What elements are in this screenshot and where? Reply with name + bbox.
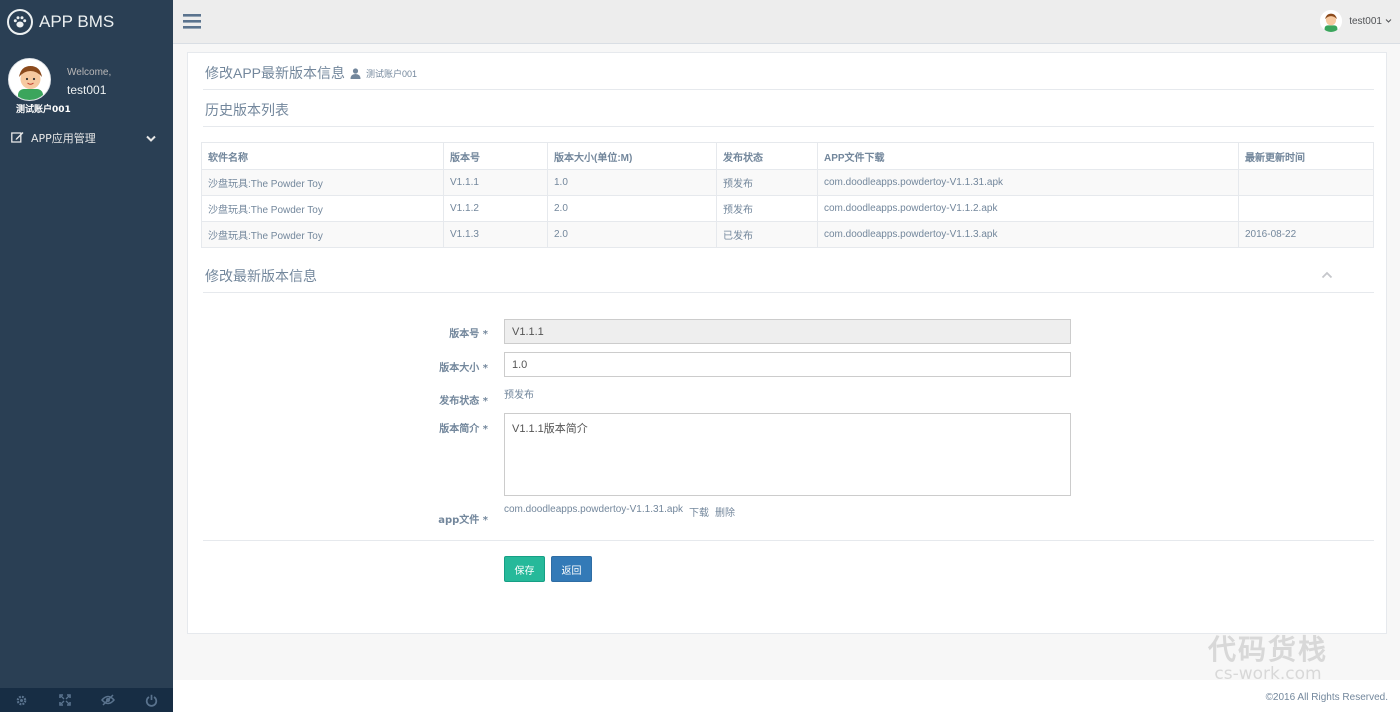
history-title: 历史版本列表 <box>205 102 289 118</box>
sidebar-footer <box>0 688 173 712</box>
divider <box>203 89 1374 90</box>
chevron-up-icon[interactable] <box>1321 268 1333 282</box>
content-panel: 修改APP最新版本信息 测试账户001 历史版本列表 软件名称 版本号 版本大小… <box>187 52 1387 634</box>
chevron-down-icon <box>1385 16 1392 27</box>
cell-status: 预发布 <box>716 169 818 196</box>
settings-icon[interactable] <box>0 688 43 712</box>
save-button[interactable]: 保存 <box>504 556 545 582</box>
paw-icon <box>7 9 33 35</box>
sidebar: APP BMS Welcome, test001 测试账户001 APP应用管理 <box>0 0 173 712</box>
status-value: 预发布 <box>504 390 534 401</box>
cell-updated <box>1238 169 1374 196</box>
cell-name: 沙盘玩具:The Powder Toy <box>201 195 444 222</box>
intro-textarea[interactable]: V1.1.1版本简介 <box>504 413 1071 496</box>
file-row: com.doodleapps.powdertoy-V1.1.31.apk 下载 … <box>504 504 735 519</box>
size-label: 版本大小 * <box>439 363 488 374</box>
delete-link[interactable]: 删除 <box>715 504 735 519</box>
brand-title: APP BMS <box>39 12 115 31</box>
avatar <box>1320 10 1343 32</box>
divider <box>203 292 1374 293</box>
table-row: 沙盘玩具:The Powder Toy V1.1.3 2.0 已发布 com.d… <box>201 221 1374 248</box>
copyright: ©2016 All Rights Reserved. <box>1265 692 1388 703</box>
column-header: 软件名称 <box>201 142 444 170</box>
form-title: 修改最新版本信息 <box>205 268 317 284</box>
power-icon[interactable] <box>130 688 173 712</box>
column-header: 版本大小(单位:M) <box>547 142 717 170</box>
table-row: 沙盘玩具:The Powder Toy V1.1.1 1.0 预发布 com.d… <box>201 169 1374 196</box>
cell-version: V1.1.1 <box>443 169 548 196</box>
cell-name: 沙盘玩具:The Powder Toy <box>201 221 444 248</box>
file-name: com.doodleapps.powdertoy-V1.1.31.apk <box>504 504 684 515</box>
cell-name: 沙盘玩具:The Powder Toy <box>201 169 444 196</box>
user-icon <box>350 67 361 79</box>
column-header: 最新更新时间 <box>1238 142 1374 170</box>
table-header-row: 软件名称 版本号 版本大小(单位:M) 发布状态 APP文件下载 最新更新时间 <box>201 142 1374 170</box>
column-header: APP文件下载 <box>817 142 1239 170</box>
chevron-down-icon <box>146 133 156 146</box>
file-label: app文件 * <box>438 515 488 526</box>
brand[interactable]: APP BMS <box>0 0 173 44</box>
profile-username: test001 <box>67 83 107 97</box>
cell-updated: 2016-08-22 <box>1238 221 1374 248</box>
eye-close-icon[interactable] <box>87 688 130 712</box>
table-row: 沙盘玩具:The Powder Toy V1.1.2 2.0 预发布 com.d… <box>201 195 1374 222</box>
cell-status: 已发布 <box>716 221 818 248</box>
top-nav: test001 <box>173 0 1400 44</box>
cell-updated <box>1238 195 1374 222</box>
page-title-text: 修改APP最新版本信息 <box>205 65 346 81</box>
page-title: 修改APP最新版本信息 测试账户001 <box>205 63 417 83</box>
cell-size: 1.0 <box>547 169 717 196</box>
column-header: 版本号 <box>443 142 548 170</box>
watermark: 代码货栈 cs-work.com <box>1208 628 1328 684</box>
menu-toggle-icon[interactable] <box>183 13 203 29</box>
sidebar-item-label: APP应用管理 <box>31 132 96 145</box>
profile-account: 测试账户001 <box>16 105 71 115</box>
cell-download[interactable]: com.doodleapps.powdertoy-V1.1.3.apk <box>817 221 1239 248</box>
cell-version: V1.1.3 <box>443 221 548 248</box>
intro-label: 版本简介 * <box>439 424 488 435</box>
sidebar-item-app-management[interactable]: APP应用管理 <box>0 128 173 148</box>
avatar <box>8 58 51 101</box>
divider <box>203 126 1374 127</box>
fullscreen-icon[interactable] <box>43 688 86 712</box>
profile: Welcome, test001 测试账户001 <box>0 56 173 116</box>
page-footer: ©2016 All Rights Reserved. <box>173 680 1400 712</box>
download-link[interactable]: 下载 <box>689 504 709 519</box>
cell-download[interactable]: com.doodleapps.powdertoy-V1.1.31.apk <box>817 169 1239 196</box>
welcome-text: Welcome, <box>67 67 112 78</box>
cell-download[interactable]: com.doodleapps.powdertoy-V1.1.2.apk <box>817 195 1239 222</box>
page-subtitle: 测试账户001 <box>366 68 418 79</box>
version-label: 版本号 * <box>449 329 488 340</box>
back-button[interactable]: 返回 <box>551 556 592 582</box>
history-table: 软件名称 版本号 版本大小(单位:M) 发布状态 APP文件下载 最新更新时间 … <box>201 142 1374 248</box>
user-menu[interactable]: test001 <box>1320 10 1392 32</box>
watermark-line2: cs-work.com <box>1214 664 1322 684</box>
cell-status: 预发布 <box>716 195 818 222</box>
watermark-line1: 代码货栈 <box>1207 633 1328 666</box>
cell-size: 2.0 <box>547 221 717 248</box>
status-label: 发布状态 * <box>439 396 488 407</box>
version-input[interactable]: V1.1.1 <box>504 319 1071 344</box>
cell-size: 2.0 <box>547 195 717 222</box>
cell-version: V1.1.2 <box>443 195 548 222</box>
topnav-username: test001 <box>1349 15 1382 27</box>
column-header: 发布状态 <box>716 142 818 170</box>
edit-icon <box>11 131 24 146</box>
divider <box>203 540 1374 541</box>
size-input[interactable]: 1.0 <box>504 352 1071 377</box>
